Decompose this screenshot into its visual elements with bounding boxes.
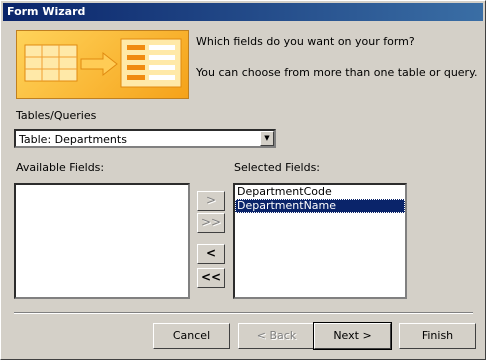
tables-queries-label: Tables/Queries	[16, 109, 97, 122]
header-hint: You can choose from more than one table …	[196, 66, 478, 79]
available-fields-list[interactable]	[14, 183, 190, 299]
tables-queries-select[interactable]: Table: Departments ▼	[14, 129, 276, 148]
finish-button[interactable]: Finish	[399, 323, 476, 349]
add-all-fields-button[interactable]: >>	[197, 213, 225, 233]
footer-divider	[14, 312, 473, 314]
form-wizard-window: Form Wizard Which fields do you want on …	[0, 0, 486, 360]
chevron-down-icon[interactable]: ▼	[260, 131, 274, 146]
back-button[interactable]: < Back	[238, 323, 315, 349]
selected-fields-label: Selected Fields:	[234, 161, 321, 174]
available-fields-label: Available Fields:	[16, 161, 105, 174]
cancel-button[interactable]: Cancel	[153, 323, 230, 349]
selected-fields-list[interactable]: DepartmentCode DepartmentName	[233, 183, 407, 299]
add-field-button[interactable]: >	[197, 191, 225, 211]
list-item[interactable]: DepartmentName	[235, 199, 405, 213]
list-item[interactable]: DepartmentCode	[235, 185, 405, 199]
remove-field-button[interactable]: <	[197, 244, 225, 264]
header-question: Which fields do you want on your form?	[196, 35, 415, 48]
tables-queries-value: Table: Departments	[19, 133, 127, 146]
next-button[interactable]: Next >	[313, 322, 392, 350]
window-title: Form Wizard	[7, 5, 86, 18]
remove-all-fields-button[interactable]: <<	[197, 268, 225, 288]
title-bar: Form Wizard	[3, 3, 483, 21]
form-wizard-illustration-icon	[16, 30, 189, 99]
